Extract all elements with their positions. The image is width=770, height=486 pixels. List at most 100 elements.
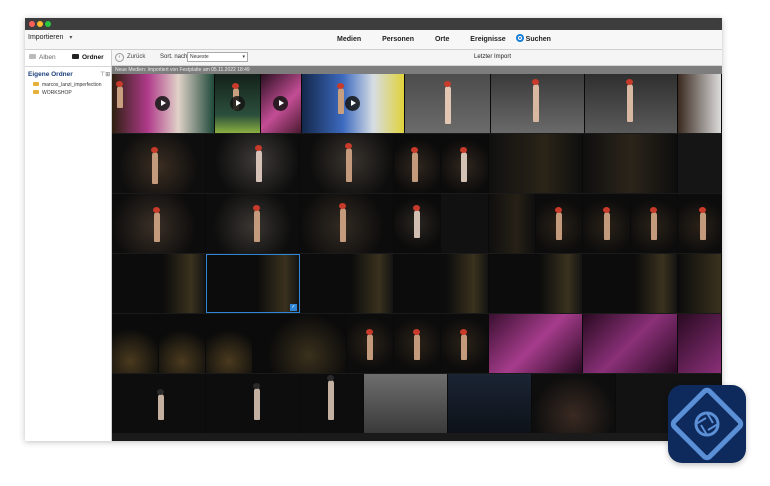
photo-thumbnail[interactable] bbox=[347, 314, 394, 373]
folder-label: marcos_lanzi_imperfection bbox=[42, 82, 102, 88]
minimize-window-button[interactable] bbox=[37, 21, 43, 27]
tab-events[interactable]: Ereignisse bbox=[470, 36, 505, 43]
tab-folders[interactable]: Ordner bbox=[72, 54, 104, 61]
photo-thumbnail[interactable] bbox=[678, 74, 722, 133]
photo-thumbnail[interactable] bbox=[441, 314, 489, 373]
video-thumbnail[interactable] bbox=[215, 74, 261, 133]
photo-thumbnail[interactable] bbox=[112, 134, 206, 193]
photo-thumbnail[interactable] bbox=[585, 74, 678, 133]
tab-albums[interactable]: Alben bbox=[29, 54, 56, 61]
sidebar-tabs: Alben Ordner bbox=[25, 50, 111, 67]
photo-thumbnail[interactable] bbox=[112, 374, 206, 433]
photo-thumbnail[interactable] bbox=[206, 374, 300, 433]
camera-aperture-icon bbox=[670, 387, 744, 461]
grid-row bbox=[112, 374, 722, 433]
performer-figure bbox=[151, 147, 158, 184]
tab-places[interactable]: Orte bbox=[435, 36, 449, 43]
performer-figure bbox=[153, 207, 160, 242]
performer-figure bbox=[532, 79, 539, 122]
photo-thumbnail[interactable] bbox=[678, 314, 722, 373]
photo-thumbnail[interactable] bbox=[394, 254, 489, 313]
back-button[interactable]: ‹ Zurück bbox=[115, 53, 145, 62]
grid-row bbox=[112, 134, 722, 193]
folder-item[interactable]: marcos_lanzi_imperfection bbox=[33, 82, 101, 88]
photo-thumbnail[interactable] bbox=[678, 194, 722, 253]
grid-row bbox=[112, 194, 722, 253]
photo-thumbnail[interactable] bbox=[206, 134, 300, 193]
photo-thumbnail[interactable] bbox=[300, 254, 394, 313]
photo-thumbnail[interactable] bbox=[491, 74, 585, 133]
sort-value: Neueste bbox=[190, 54, 209, 60]
search-label: Suchen bbox=[525, 36, 551, 43]
photo-thumbnail[interactable] bbox=[112, 194, 206, 253]
photo-thumbnail[interactable] bbox=[536, 194, 583, 253]
video-thumbnail[interactable] bbox=[261, 74, 302, 133]
photo-thumbnail[interactable] bbox=[159, 314, 206, 373]
performer-figure bbox=[626, 79, 633, 122]
folder-item[interactable]: WORKSHOP bbox=[33, 90, 72, 96]
folder-label: WORKSHOP bbox=[42, 90, 72, 96]
photo-thumbnail[interactable] bbox=[300, 194, 394, 253]
back-label: Zurück bbox=[127, 54, 146, 60]
photo-thumbnail[interactable] bbox=[583, 314, 678, 373]
photo-thumbnail[interactable] bbox=[489, 254, 583, 313]
folder-icon bbox=[72, 54, 79, 59]
performer-figure bbox=[345, 143, 352, 182]
photo-thumbnail[interactable] bbox=[394, 194, 441, 253]
performer-figure bbox=[116, 81, 123, 108]
performer-figure bbox=[460, 329, 467, 360]
performer-figure bbox=[603, 207, 610, 240]
search-icon bbox=[515, 34, 524, 42]
photo-thumbnail[interactable] bbox=[394, 134, 441, 193]
photo-thumbnail[interactable] bbox=[441, 194, 489, 253]
close-window-button[interactable] bbox=[29, 21, 35, 27]
photo-thumbnail[interactable] bbox=[253, 314, 347, 373]
photo-thumbnail[interactable] bbox=[405, 74, 491, 133]
photo-thumbnail[interactable] bbox=[300, 374, 364, 433]
import-dropdown[interactable]: Importieren ▾ bbox=[28, 34, 72, 41]
photo-thumbnail[interactable] bbox=[489, 194, 536, 253]
search-button[interactable]: Suchen bbox=[515, 34, 570, 43]
photo-thumbnail[interactable] bbox=[631, 194, 678, 253]
photo-thumbnail[interactable] bbox=[678, 254, 722, 313]
performer-figure bbox=[555, 207, 562, 240]
import-label: Importieren bbox=[28, 34, 64, 41]
folder-icon bbox=[33, 90, 39, 94]
last-import-label[interactable]: Letzter Import bbox=[474, 54, 511, 60]
video-thumbnail[interactable] bbox=[112, 74, 215, 133]
photo-thumbnail[interactable] bbox=[364, 374, 448, 433]
photo-thumbnail[interactable] bbox=[206, 314, 253, 373]
photo-thumbnail[interactable] bbox=[206, 194, 300, 253]
video-thumbnail[interactable] bbox=[302, 74, 405, 133]
photo-thumbnail[interactable] bbox=[532, 374, 616, 433]
photo-thumbnail[interactable] bbox=[489, 134, 583, 193]
grid-row bbox=[112, 74, 722, 133]
photo-thumbnail[interactable] bbox=[583, 254, 678, 313]
folder-icon bbox=[33, 82, 39, 86]
tab-people[interactable]: Personen bbox=[382, 36, 414, 43]
folder-view-options-icon[interactable]: ⊤⊞ bbox=[100, 71, 110, 78]
performer-figure bbox=[157, 389, 164, 420]
tab-media[interactable]: Medien bbox=[337, 36, 361, 43]
app-logo bbox=[668, 385, 746, 463]
performer-figure bbox=[327, 375, 334, 420]
photo-thumbnail[interactable] bbox=[394, 314, 441, 373]
photo-thumbnail[interactable] bbox=[489, 314, 583, 373]
zoom-window-button[interactable] bbox=[45, 21, 51, 27]
photo-thumbnail[interactable] bbox=[583, 134, 678, 193]
performer-figure bbox=[411, 147, 418, 182]
photo-thumbnail[interactable] bbox=[112, 254, 206, 313]
photo-thumbnail[interactable] bbox=[448, 374, 532, 433]
import-info-bar: Neue Medien: Importiert von Festplatte a… bbox=[112, 66, 722, 74]
grid-row: ✓ bbox=[112, 254, 722, 313]
performer-figure bbox=[444, 81, 451, 124]
photo-thumbnail[interactable] bbox=[678, 134, 722, 193]
photo-thumbnail[interactable] bbox=[583, 194, 631, 253]
photo-thumbnail[interactable] bbox=[112, 314, 159, 373]
photo-thumbnail[interactable] bbox=[441, 134, 489, 193]
sort-select[interactable]: Neueste ▾ bbox=[187, 52, 248, 62]
photo-thumbnail-selected[interactable]: ✓ bbox=[206, 254, 300, 313]
chevron-down-icon: ▾ bbox=[242, 54, 245, 60]
sidebar: Alben Ordner Eigene Ordner ⊤⊞ marcos_lan… bbox=[25, 50, 112, 441]
photo-thumbnail[interactable] bbox=[300, 134, 394, 193]
